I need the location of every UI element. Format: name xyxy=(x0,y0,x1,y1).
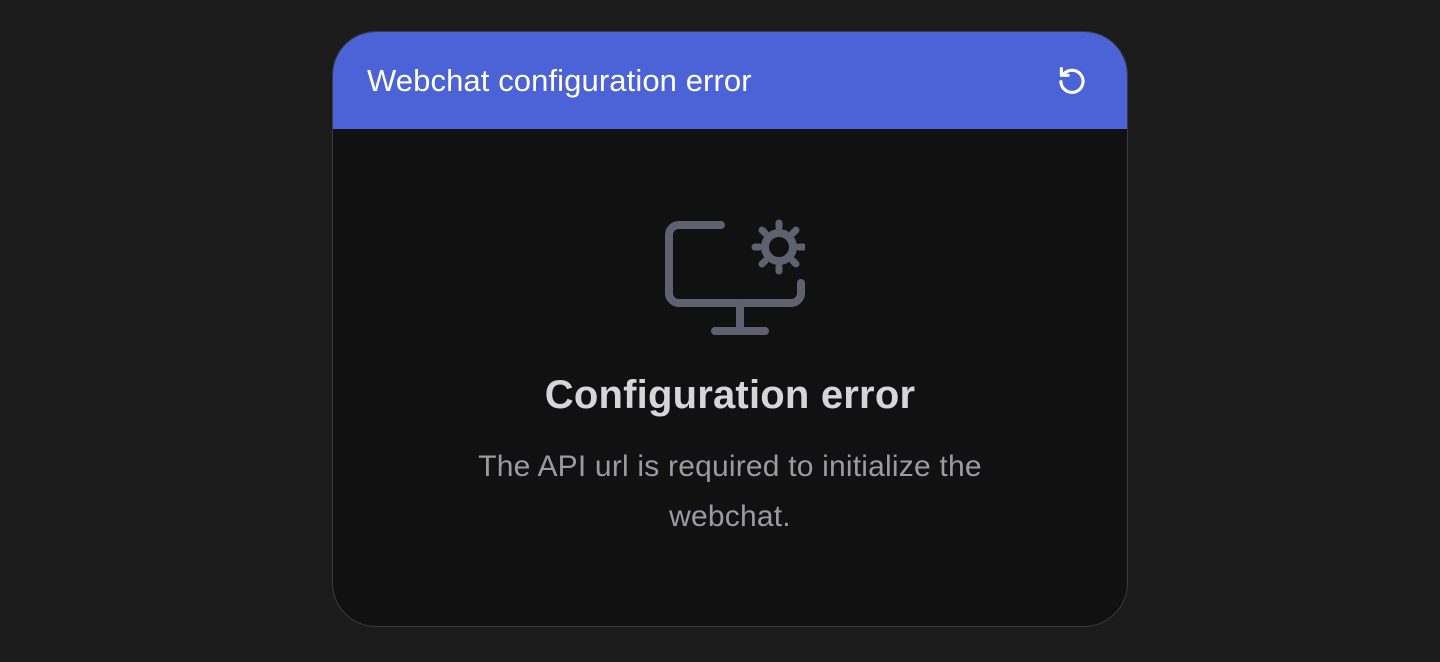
webchat-widget: Webchat configuration error Configuratio… xyxy=(332,31,1128,627)
header-title: Webchat configuration error xyxy=(367,63,752,98)
webchat-body: Configuration error The API url is requi… xyxy=(333,129,1127,626)
reload-icon xyxy=(1059,66,1085,94)
monitor-settings-icon xyxy=(655,213,805,349)
page: Webchat configuration error Configuratio… xyxy=(0,0,1440,662)
error-message: The API url is required to initialize th… xyxy=(478,450,982,533)
reload-button[interactable] xyxy=(1051,60,1093,102)
webchat-header: Webchat configuration error xyxy=(333,32,1127,129)
error-title: Configuration error xyxy=(544,373,916,417)
